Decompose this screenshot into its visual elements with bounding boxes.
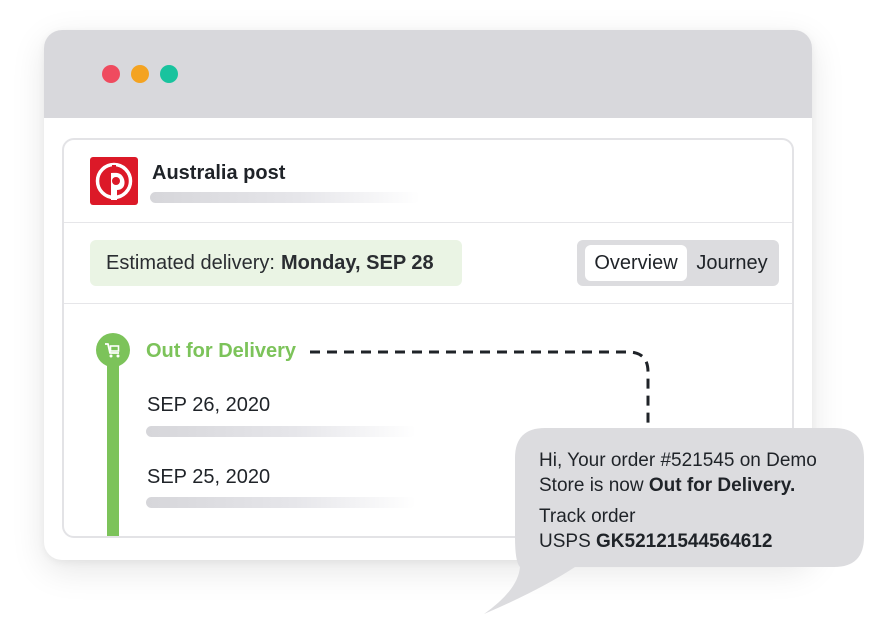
message-status: Out for Delivery. [648,475,796,496]
tracking-carrier: USPS [539,531,591,552]
tracking-number: GK52121544564612 [596,531,773,552]
message-body: Hi, Your order #521545 on Demo Store is … [539,450,817,496]
tracking-info: USPS GK52121544564612 [539,529,855,554]
track-order-label: Track order [539,506,636,527]
message-text: Hi, Your order #521545 on Demo Store is … [539,448,855,554]
